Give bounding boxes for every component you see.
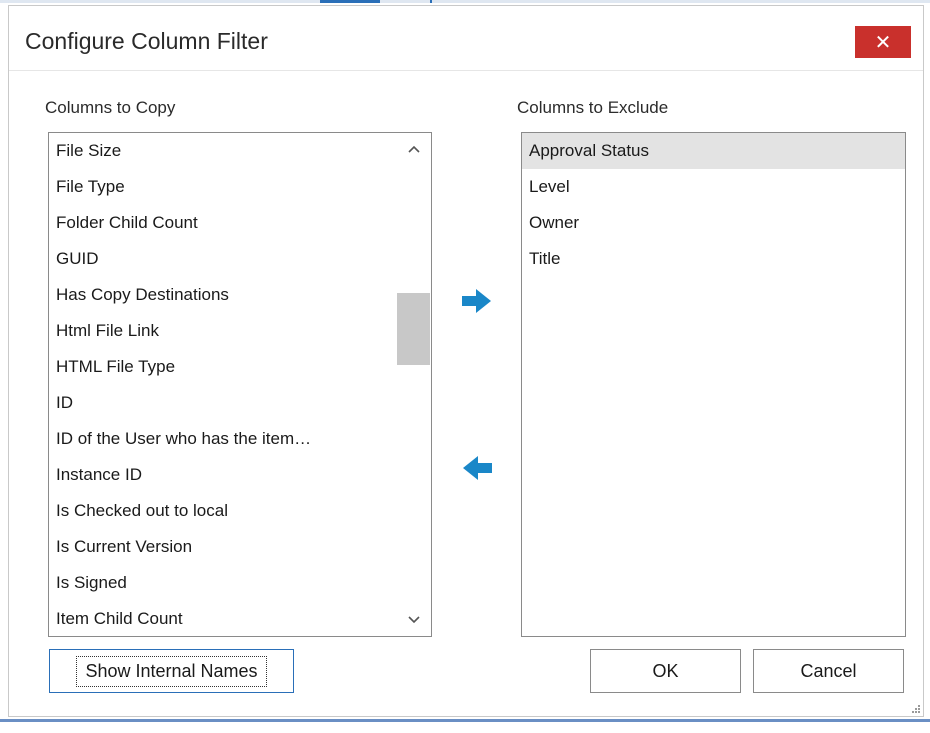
list-item[interactable]: Is Signed (49, 565, 431, 601)
chevron-up-icon (407, 145, 420, 153)
scrollbar-thumb[interactable] (397, 293, 430, 365)
list-item[interactable]: Owner (522, 205, 905, 241)
scroll-up-button[interactable] (396, 137, 431, 161)
list-item[interactable]: Instance ID (49, 457, 431, 493)
show-internal-names-button[interactable]: Show Internal Names (49, 649, 294, 693)
list-item[interactable]: Html File Link (49, 313, 431, 349)
list-item[interactable]: Has Copy Destinations (49, 277, 431, 313)
list-item[interactable]: Is Current Version (49, 529, 431, 565)
chevron-down-icon (407, 616, 420, 624)
arrow-right-icon (462, 289, 491, 313)
window-top-strip (0, 0, 930, 3)
list-item[interactable]: Title (522, 241, 905, 277)
list-item[interactable]: Item Child Count (49, 601, 431, 636)
window-bottom-strip (0, 719, 930, 722)
dialog-titlebar: Configure Column Filter ✕ (9, 6, 923, 71)
cancel-label: Cancel (800, 660, 857, 681)
show-internal-names-label: Show Internal Names (76, 655, 267, 687)
ok-button[interactable]: OK (590, 649, 741, 693)
cancel-button[interactable]: Cancel (753, 649, 904, 693)
columns-to-copy-label: Columns to Copy (45, 98, 176, 117)
list-item[interactable]: ID of the User who has the item… (49, 421, 431, 457)
list-item[interactable]: GUID (49, 241, 431, 277)
resize-grip-icon[interactable] (911, 704, 921, 714)
list-item[interactable]: Folder Child Count (49, 205, 431, 241)
list-item[interactable]: ID (49, 385, 431, 421)
columns-to-copy-list[interactable]: File Size File Type Folder Child Count G… (48, 132, 432, 637)
list-item[interactable]: Level (522, 169, 905, 205)
move-to-copy-button[interactable] (460, 453, 494, 483)
list-item[interactable]: File Size (49, 133, 431, 169)
vertical-scrollbar[interactable] (396, 133, 431, 636)
close-button[interactable]: ✕ (855, 26, 911, 58)
list-item[interactable]: HTML File Type (49, 349, 431, 385)
columns-to-copy-items: File Size File Type Folder Child Count G… (49, 133, 431, 636)
columns-to-exclude-list[interactable]: Approval Status Level Owner Title (521, 132, 906, 637)
arrow-left-icon (463, 456, 492, 480)
configure-column-filter-dialog: Configure Column Filter ✕ Columns to Cop… (8, 5, 924, 717)
dialog-title: Configure Column Filter (25, 28, 268, 54)
scroll-down-button[interactable] (396, 608, 431, 632)
move-to-exclude-button[interactable] (460, 286, 494, 316)
list-item[interactable]: Is Checked out to local (49, 493, 431, 529)
ok-label: OK (652, 660, 679, 681)
list-item[interactable]: File Type (49, 169, 431, 205)
columns-to-exclude-label: Columns to Exclude (517, 98, 669, 117)
list-item-selected[interactable]: Approval Status (522, 133, 905, 169)
close-icon: ✕ (874, 31, 892, 54)
